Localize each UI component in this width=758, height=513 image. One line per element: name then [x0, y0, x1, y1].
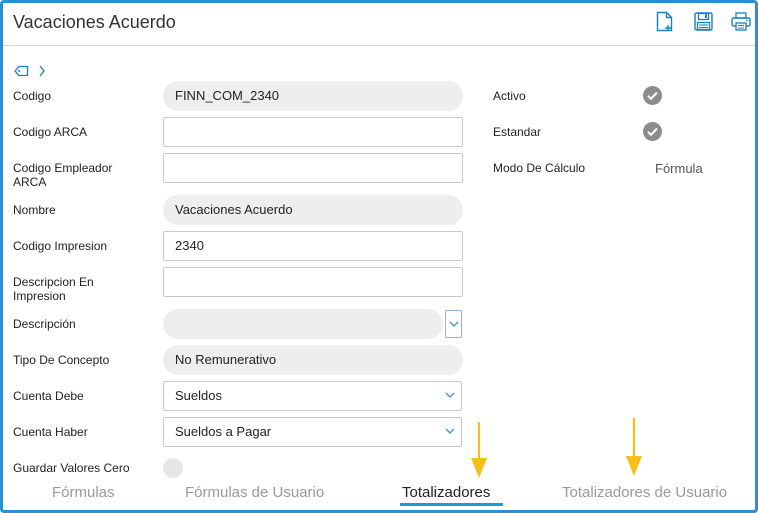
- descripcion-field[interactable]: [163, 309, 443, 339]
- codigo-arca-input[interactable]: [163, 117, 463, 147]
- nombre-field: Vacaciones Acuerdo: [163, 195, 463, 225]
- label-cuenta-haber: Cuenta Haber: [13, 425, 88, 439]
- tipo-concepto-field: No Remunerativo: [163, 345, 463, 375]
- label-tipo-concepto: Tipo De Concepto: [13, 353, 110, 367]
- chevron-right-icon[interactable]: [39, 62, 45, 81]
- label-guardar-valores-cero: Guardar Valores Cero: [13, 461, 130, 475]
- estandar-check-icon[interactable]: [643, 122, 662, 141]
- activo-check-icon[interactable]: [643, 86, 662, 105]
- cuenta-haber-select[interactable]: Sueldos a Pagar: [163, 417, 462, 447]
- save-icon[interactable]: [693, 10, 713, 32]
- chevron-down-icon: [445, 428, 455, 434]
- page-title: Vacaciones Acuerdo: [13, 12, 176, 32]
- arrow-down-icon: [626, 418, 642, 476]
- tab-formulas[interactable]: Fórmulas: [52, 484, 115, 501]
- tab-totalizadores[interactable]: Totalizadores: [402, 484, 490, 501]
- cuenta-debe-value: Sueldos: [175, 388, 222, 403]
- descripcion-impresion-input[interactable]: [163, 267, 463, 297]
- codigo-empleador-arca-input[interactable]: [163, 153, 463, 183]
- label-modo-calculo: Modo De Cálculo: [493, 161, 586, 175]
- guardar-valores-cero-toggle[interactable]: [163, 458, 183, 478]
- label-codigo-empleador-arca: Codigo Empleador ARCA: [13, 161, 113, 189]
- header-actions: [655, 10, 751, 32]
- modo-calculo-value: Fórmula: [655, 161, 703, 176]
- tab-totalizadores-usuario[interactable]: Totalizadores de Usuario: [562, 484, 727, 501]
- label-nombre: Nombre: [13, 203, 56, 217]
- header: Vacaciones Acuerdo: [3, 3, 755, 46]
- descripcion-dropdown-button[interactable]: [445, 310, 462, 338]
- label-codigo-arca: Codigo ARCA: [13, 125, 88, 139]
- tag-icon[interactable]: [14, 62, 29, 81]
- label-estandar: Estandar: [493, 125, 542, 139]
- codigo-impresion-input[interactable]: 2340: [163, 231, 463, 261]
- label-activo: Activo: [493, 89, 526, 103]
- tab-formulas-usuario[interactable]: Fórmulas de Usuario: [185, 484, 324, 501]
- codigo-field: FINN_COM_2340: [163, 81, 463, 111]
- breadcrumb: [14, 62, 45, 81]
- label-descripcion-impresion: Descripcion En Impresion: [13, 275, 94, 303]
- arrow-down-icon: [471, 422, 487, 478]
- label-codigo: Codigo: [13, 89, 52, 103]
- label-codigo-impresion: Codigo Impresion: [13, 239, 108, 253]
- label-descripcion: Descripción: [13, 317, 76, 331]
- print-icon[interactable]: [731, 10, 751, 32]
- cuenta-debe-select[interactable]: Sueldos: [163, 381, 462, 411]
- cuenta-haber-value: Sueldos a Pagar: [175, 424, 272, 439]
- chevron-down-icon: [449, 321, 459, 327]
- new-document-icon[interactable]: [655, 10, 675, 32]
- label-cuenta-debe: Cuenta Debe: [13, 389, 84, 403]
- chevron-down-icon: [445, 392, 455, 398]
- active-tab-indicator: [400, 503, 503, 506]
